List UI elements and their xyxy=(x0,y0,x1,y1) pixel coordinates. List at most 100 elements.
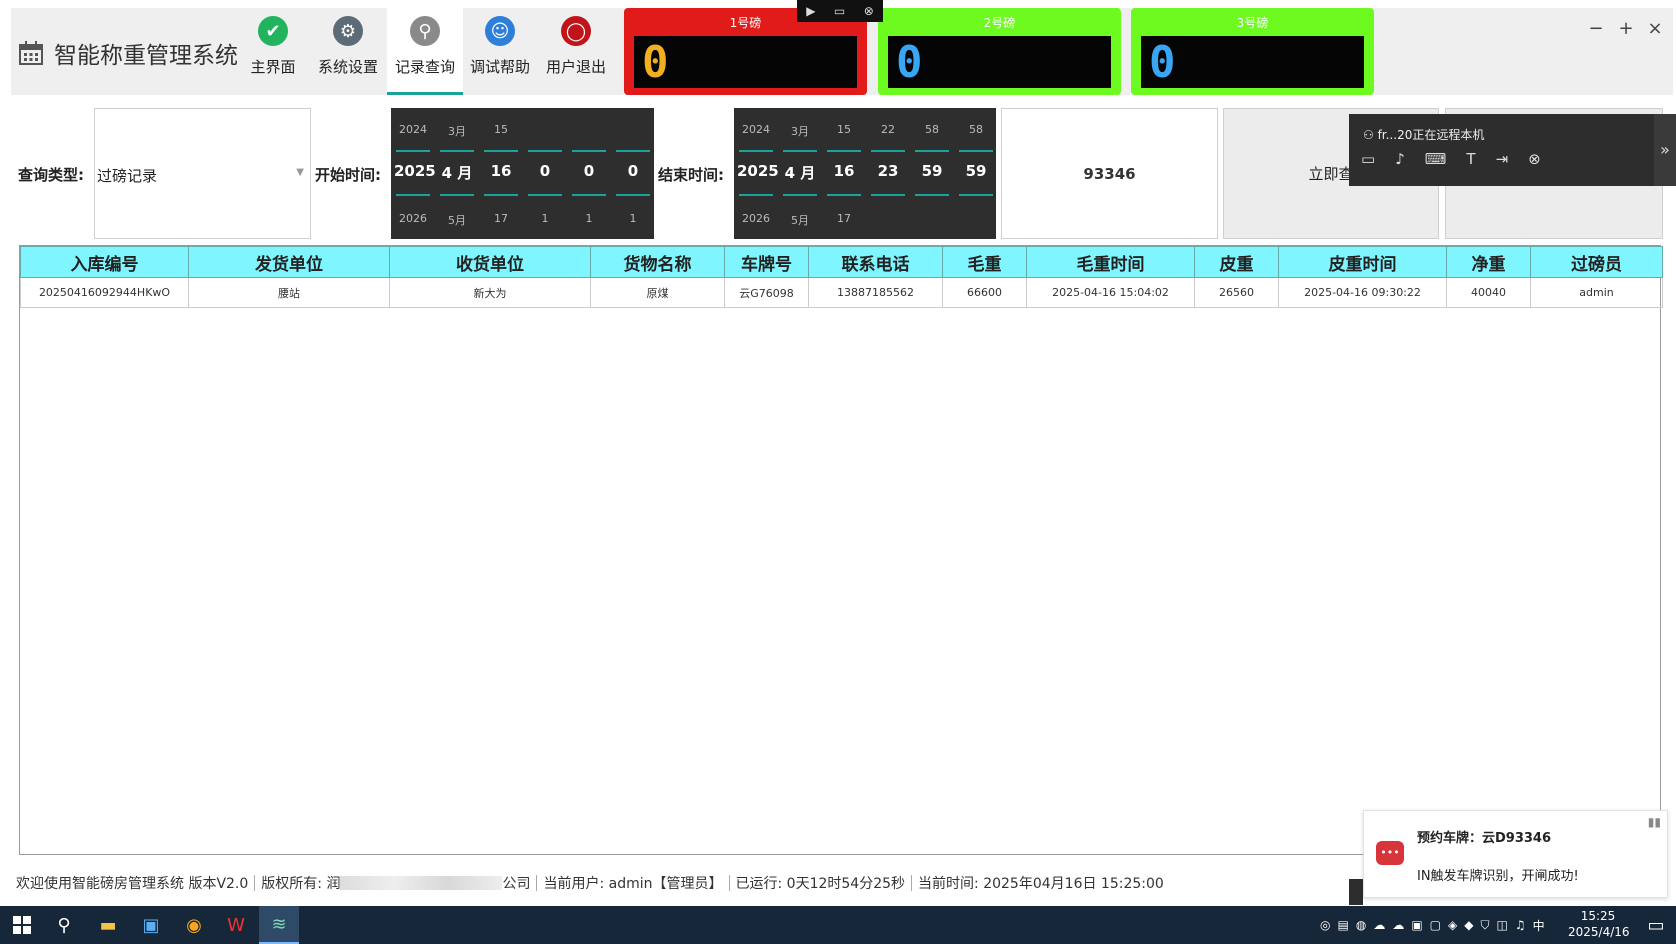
start-minute-column[interactable]: 0 1 xyxy=(570,108,608,239)
maximize-button[interactable]: + xyxy=(1616,18,1636,39)
keyboard-icon[interactable]: ⌨ xyxy=(1425,150,1447,168)
start-hour-current: 0 xyxy=(539,162,551,180)
status-copyright-prefix: 版权所有: 润 xyxy=(261,876,341,892)
start-month-prev: 3月 xyxy=(448,125,466,138)
scale-3-panel: 3号磅 0 xyxy=(1131,8,1374,95)
taskbar-clock[interactable]: 15:25 2025/4/16 xyxy=(1568,908,1630,942)
nav-records[interactable]: ⚲ 记录查询 xyxy=(387,8,463,95)
screenshot-icon[interactable]: ▢ xyxy=(1430,918,1441,932)
tray-app-icon[interactable]: ◆ xyxy=(1464,918,1473,932)
close-circle-icon[interactable]: ⊗ xyxy=(864,4,874,18)
end-second-column[interactable]: 58 59 xyxy=(957,108,995,239)
end-day-column[interactable]: 15 16 17 xyxy=(825,108,863,239)
nav-debug-help[interactable]: ☺ 调试帮助 xyxy=(462,8,538,95)
end-year-prev: 2024 xyxy=(742,123,770,136)
start-month-next: 5月 xyxy=(448,214,466,227)
minimize-button[interactable]: − xyxy=(1586,18,1606,39)
picker-divider xyxy=(871,150,905,152)
pause-icon[interactable]: ▮▮ xyxy=(1648,815,1661,829)
column-header[interactable]: 皮重 xyxy=(1194,246,1279,278)
remote-control-popup: ⚇ fr...20正在远程本机 ▭ ♪ ⌨ T ⇥ ⊗ xyxy=(1349,114,1654,186)
end-year-current: 2025 xyxy=(737,162,779,180)
end-month-prev: 3月 xyxy=(791,125,809,138)
query-type-label: 查询类型: xyxy=(18,166,84,184)
column-header[interactable]: 入库编号 xyxy=(20,246,189,278)
start-hour-column[interactable]: 0 1 xyxy=(526,108,564,239)
accessibility-icon: ☺ xyxy=(485,16,515,46)
weighing-app-icon[interactable]: ≋ xyxy=(259,906,299,944)
divider xyxy=(911,875,913,891)
chat-icon[interactable]: ▭ xyxy=(1361,150,1375,168)
volume-icon[interactable]: ♫ xyxy=(1515,918,1526,932)
column-header[interactable]: 皮重时间 xyxy=(1278,246,1447,278)
transfer-icon[interactable]: ⇥ xyxy=(1496,150,1509,168)
wifi-icon[interactable]: ◫ xyxy=(1496,918,1507,932)
microphone-icon[interactable]: ♪ xyxy=(1395,150,1405,168)
start-time-picker[interactable]: 2024 2025 2026 3月 4 月 5月 15 16 17 0 1 0 … xyxy=(391,108,654,239)
query-type-select[interactable]: 过磅记录 ▼ xyxy=(94,108,311,239)
cursor-icon[interactable]: ▶ xyxy=(806,4,815,18)
end-month-column[interactable]: 3月 4 月 5月 xyxy=(781,108,819,239)
ime-indicator[interactable]: 中 xyxy=(1533,917,1545,934)
start-day-column[interactable]: 15 16 17 xyxy=(482,108,520,239)
end-hour-column[interactable]: 22 23 xyxy=(869,108,907,239)
picker-divider xyxy=(528,150,562,152)
column-header[interactable]: 毛重时间 xyxy=(1026,246,1195,278)
wps-icon[interactable]: W xyxy=(216,906,256,944)
nav-settings[interactable]: ⚙ 系统设置 xyxy=(310,8,386,95)
column-header[interactable]: 收货单位 xyxy=(389,246,591,278)
end-time-label: 结束时间: xyxy=(658,166,724,184)
column-header[interactable]: 过磅员 xyxy=(1530,246,1663,278)
column-header[interactable]: 联系电话 xyxy=(808,246,943,278)
notification-toast[interactable]: ••• 预约车牌：云D93346 IN触发车牌识别，开闸成功! ▮▮ xyxy=(1363,810,1668,898)
message-icon: ••• xyxy=(1376,841,1404,865)
network-icon[interactable]: ◎ xyxy=(1320,918,1330,932)
tray-app-icon[interactable]: ◈ xyxy=(1448,918,1457,932)
wechat-icon[interactable]: ☁ xyxy=(1373,918,1385,932)
end-time-picker[interactable]: 2024 2025 2026 3月 4 月 5月 15 16 17 22 23 … xyxy=(734,108,996,239)
end-month-current: 4 月 xyxy=(784,164,816,182)
text-icon[interactable]: T xyxy=(1466,150,1475,168)
browser-icon[interactable]: ◍ xyxy=(1356,918,1366,932)
picker-divider xyxy=(484,194,518,196)
table-cell: 原煤 xyxy=(590,277,725,308)
nav-logout[interactable]: ◯ 用户退出 xyxy=(538,8,614,95)
chat-app-icon[interactable]: ◉ xyxy=(174,906,214,944)
cloud-icon[interactable]: ☁ xyxy=(1392,918,1404,932)
status-bar: 欢迎使用智能磅房管理系统 版本V2.0 版权所有: 润 公司 当前用户: adm… xyxy=(16,872,1164,894)
nav-home[interactable]: ✔ 主界面 xyxy=(235,8,311,95)
file-explorer-icon[interactable]: ▬ xyxy=(88,906,128,944)
column-header[interactable]: 发货单位 xyxy=(188,246,390,278)
column-header[interactable]: 车牌号 xyxy=(724,246,809,278)
table-cell: 2025-04-16 09:30:22 xyxy=(1278,277,1447,308)
table-cell: 云G76098 xyxy=(724,277,809,308)
search-icon[interactable]: ⚲ xyxy=(44,906,84,944)
start-month-column[interactable]: 3月 4 月 5月 xyxy=(438,108,476,239)
printer-icon[interactable]: ▤ xyxy=(1337,918,1348,932)
close-circle-icon[interactable]: ⊗ xyxy=(1528,150,1541,168)
toast-title: 预约车牌：云D93346 xyxy=(1417,831,1552,846)
windows-start-icon[interactable] xyxy=(2,906,42,944)
remote-app-icon[interactable]: ▣ xyxy=(131,906,171,944)
picker-divider xyxy=(915,194,949,196)
security-icon[interactable]: ⛉ xyxy=(1480,918,1489,933)
start-year-column[interactable]: 2024 2025 2026 xyxy=(394,108,436,239)
start-second-column[interactable]: 0 1 xyxy=(614,108,652,239)
start-time-label: 开始时间: xyxy=(315,166,381,184)
end-year-column[interactable]: 2024 2025 2026 xyxy=(737,108,779,239)
app-tray-icon[interactable]: ▣ xyxy=(1411,918,1422,932)
nav-settings-label: 系统设置 xyxy=(317,58,378,76)
column-header[interactable]: 净重 xyxy=(1446,246,1531,278)
notification-center-icon[interactable]: ▭ xyxy=(1636,906,1676,944)
expand-icon[interactable]: » xyxy=(1654,114,1676,186)
plate-search-input[interactable]: 93346 xyxy=(1001,108,1218,239)
query-now-label: 立即查 xyxy=(1308,165,1354,183)
scale-3-value: 0 xyxy=(1149,37,1176,88)
column-header[interactable]: 货物名称 xyxy=(590,246,725,278)
end-minute-current: 59 xyxy=(921,162,943,180)
screen-icon[interactable]: ▭ xyxy=(834,4,845,18)
table-row[interactable]: 20250416092944HKwO 腰站 新大为 原煤 云G76098 138… xyxy=(20,277,1663,308)
column-header[interactable]: 毛重 xyxy=(942,246,1027,278)
end-minute-column[interactable]: 58 59 xyxy=(913,108,951,239)
close-button[interactable]: × xyxy=(1645,18,1665,39)
